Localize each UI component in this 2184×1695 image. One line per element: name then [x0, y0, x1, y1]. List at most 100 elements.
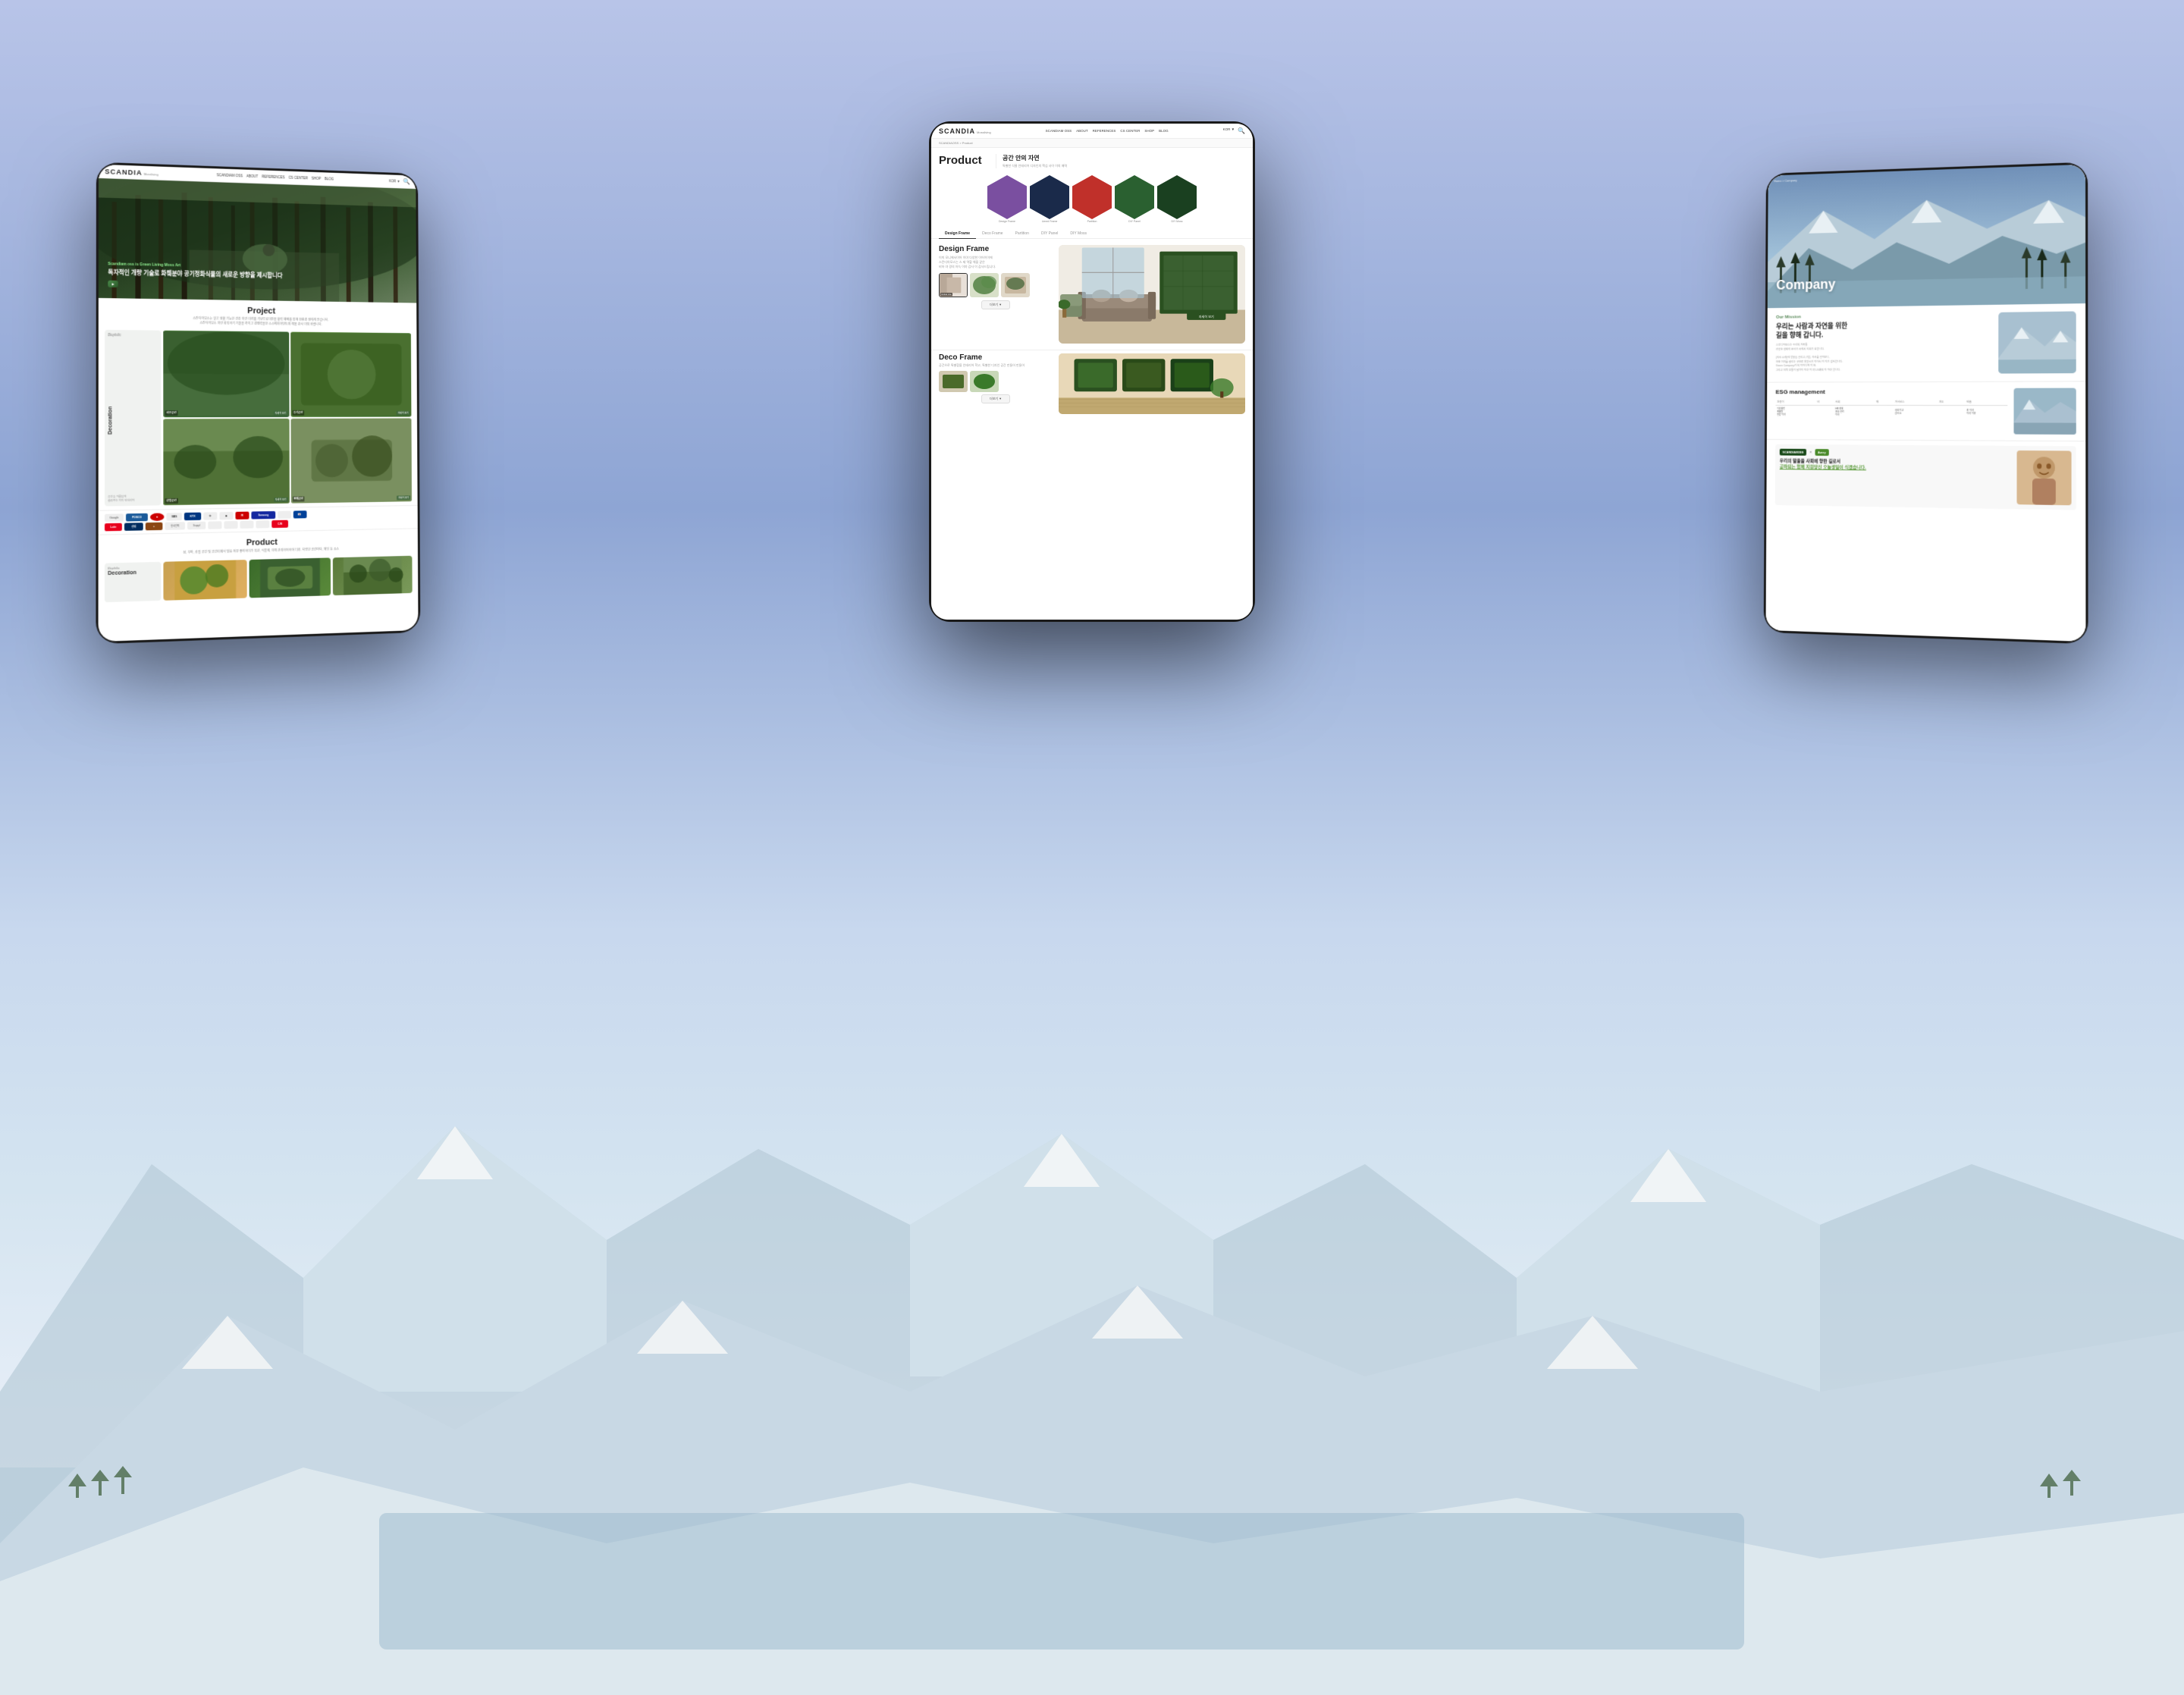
logo-google: Google	[105, 513, 124, 522]
center-deco-img	[1059, 353, 1245, 414]
center-search-icon[interactable]: 🔍	[1238, 127, 1245, 134]
logo-empty3	[224, 521, 237, 529]
left-nav-links: SCANDIAM OSS ABOUT REFERENCES CS CENTER …	[217, 173, 334, 180]
center-tabs: Design Frame Deco Frame Partition DIY Pa…	[931, 226, 1253, 239]
left-photo-btn-1[interactable]: 자세히 보기	[274, 410, 287, 415]
center-design-section: Design Frame 이끼 모니에서이어 이야 다양한 이어이이에스칸디아모…	[939, 245, 1053, 344]
center-header-subtitle: 공간 안의 자연	[1003, 154, 1245, 162]
left-photo-btn-4[interactable]: 자세히 보기	[397, 495, 410, 500]
center-thumb-1: Vertical Line	[939, 273, 968, 297]
center-main-content: Design Frame 이끼 모니에서이어 이야 다양한 이어이이에스칸디아모…	[931, 239, 1253, 350]
center-room-img: 자세히 보기	[1059, 245, 1245, 344]
right-logo-x: ×	[1809, 450, 1812, 454]
center-thumb-3	[1001, 273, 1030, 297]
right-mission-section-title: Our Mission	[1776, 312, 1992, 320]
center-tab-diy-panel[interactable]: DIY Panel	[1035, 229, 1064, 238]
left-project-cards: Biophilic Decoration 공간을 아름답게살려주는 이끼 인테리…	[99, 327, 418, 510]
left-content: SCANDIA Mossliving SCANDIAM OSS ABOUT RE…	[99, 165, 419, 642]
center-hexagons: Design Frame Limed Frame Partition DIY P…	[931, 172, 1253, 224]
center-thumb-label: Vertical Line	[940, 293, 952, 296]
right-tablet-screen: Home > Company Company Our Mission 우리는 사…	[1765, 165, 2085, 642]
left-nav-link-6[interactable]: BLOG	[325, 177, 334, 180]
left-nav-link-5[interactable]: SHOP	[312, 177, 321, 180]
logo-empty2	[208, 521, 221, 529]
logo-empty5	[256, 520, 269, 528]
left-photo-label-4: 편매공간	[292, 496, 305, 501]
center-product-title: Product	[939, 154, 996, 167]
esg-cell-5: 국내 이고감사 소	[1894, 405, 1938, 417]
right-partnership-text: 우리의 말울을 사회에 향한 길로서공파되는 함께 지원당신 오늘생일이 식겠습…	[1780, 458, 2011, 473]
left-hero-btn[interactable]: ▶	[108, 281, 118, 287]
svg-text:자세히 보기: 자세히 보기	[1199, 314, 1214, 319]
logo-kor: 🇰🇷	[293, 510, 307, 518]
center-nav-link-5[interactable]: SHOP	[1144, 129, 1154, 133]
center-nav-link-2[interactable]: ABOUT	[1076, 129, 1088, 133]
center-deco-thumbs	[939, 371, 1053, 392]
left-tablet-screen: SCANDIA Mossliving SCANDIAM OSS ABOUT RE…	[99, 165, 419, 642]
center-nav-link-6[interactable]: BLOG	[1159, 129, 1169, 133]
left-product-decoration-label: Decoration	[108, 570, 158, 576]
center-tab-partition[interactable]: Partition	[1009, 229, 1035, 238]
right-hero: Home > Company Company	[1768, 165, 2085, 309]
logo-cjn: CJN	[271, 520, 288, 528]
right-mission-img	[1998, 311, 2076, 373]
hex-label-2: Limed Frame	[1042, 220, 1058, 223]
esg-header-7: 배출	[1965, 399, 2007, 406]
left-nav-link-3[interactable]: REFERENCES	[262, 174, 284, 179]
center-nav-link-1[interactable]: SCANDIAM OSS	[1046, 129, 1072, 133]
left-photo-btn-2[interactable]: 자세히 보기	[397, 410, 410, 415]
center-design-more[interactable]: 더보기 ▼	[981, 300, 1010, 309]
logo-ktx: KTX	[184, 512, 201, 520]
right-breadcrumb: Home > Company	[1774, 178, 1797, 183]
center-header-desc: 특별한 식물 인테리어 디자인의 핵심 사이 이의 매력	[1003, 164, 1245, 168]
logo-ssuppl: Ssuppl	[187, 522, 206, 530]
esg-cell-7: 토 이야이야 이야	[1965, 406, 2007, 418]
logo-r: R	[235, 511, 249, 519]
center-design-title: Design Frame	[939, 245, 1053, 253]
center-thumb-2	[970, 273, 999, 297]
left-project-section: Project 스칸디아모스는 걸고 생활 가능한 건강 자연 이끼를 기반으로…	[99, 298, 417, 331]
logo-icon2: ◆	[219, 512, 233, 519]
left-product-card-1	[163, 560, 246, 601]
left-nav-link-1[interactable]: SCANDIAM OSS	[217, 173, 243, 177]
left-search-icon[interactable]: 🔍	[403, 178, 410, 185]
center-lang[interactable]: KOR ▼	[1223, 127, 1235, 134]
left-decoration-label-1: Decoration	[108, 396, 158, 435]
esg-cell-1: 이산화탄배출량절감 이야	[1775, 405, 1815, 416]
right-esg-img	[2013, 388, 2076, 435]
center-tab-deco-frame[interactable]: Deco Frame	[976, 229, 1009, 238]
center-thumbs: Vertical Line	[939, 273, 1053, 297]
center-deco-section: Deco Frame 공간으로 특별함을 인테리어 학고, 특별한 디자인 공간…	[931, 350, 1253, 419]
center-deco-left: Deco Frame 공간으로 특별함을 인테리어 학고, 특별한 디자인 공간…	[939, 353, 1053, 414]
hex-label-5: DIY Moss	[1171, 220, 1182, 223]
esg-header-1: 환경이	[1775, 399, 1815, 405]
left-lang[interactable]: KOR ▼	[389, 179, 400, 183]
hex-1: Design Frame	[987, 175, 1027, 223]
hex-purple	[987, 175, 1027, 219]
hex-label-1: Design Frame	[999, 220, 1015, 223]
left-tablet: SCANDIA Mossliving SCANDIAM OSS ABOUT RE…	[96, 162, 420, 645]
hex-2: Limed Frame	[1030, 175, 1069, 223]
left-photo-btn-3[interactable]: 자세히 보기	[274, 498, 287, 502]
left-nav-link-4[interactable]: CS CENTER	[288, 176, 307, 180]
left-product-decoration: Biophilic Decoration	[105, 562, 161, 602]
esg-header-3: 사회	[1834, 399, 1875, 405]
center-header: Product 공간 안의 자연 특별한 식물 인테리어 디자인의 핵심 사이 …	[931, 148, 1253, 172]
center-deco-more[interactable]: 더보기 ▼	[981, 394, 1010, 403]
center-tablet: SCANDIA Mossliving SCANDIAM OSS ABOUT RE…	[929, 121, 1255, 622]
center-nav-link-3[interactable]: REFERENCES	[1093, 129, 1116, 133]
hex-label-4: DIY Panel	[1128, 220, 1141, 223]
center-deco-more-btn: 더보기 ▼	[939, 394, 1053, 403]
left-logo-text: SCANDIA	[105, 168, 142, 177]
logo-samsung: Samsung	[251, 511, 275, 519]
left-nav-link-2[interactable]: ABOUT	[246, 174, 258, 178]
center-design-desc: 이끼 모니에서이어 이야 다양한 이어이이에스칸디아모스는 스 제 역할 해을 …	[939, 256, 1053, 269]
center-tab-design-frame[interactable]: Design Frame	[939, 229, 976, 239]
logo-lotte: Lotte	[105, 523, 122, 532]
center-nav-link-4[interactable]: CS CENTER	[1120, 129, 1140, 133]
left-logo-sub: Mossliving	[144, 171, 158, 176]
center-tab-diy-moss[interactable]: DIY Moss	[1064, 229, 1093, 238]
right-esg-section: ESG management 환경이 비 사회 재 거버넌스	[1767, 381, 2085, 441]
right-esg-table: 환경이 비 사회 재 거버넌스 지도 배출	[1775, 399, 2007, 417]
left-photo-label-3: 상업공간	[165, 498, 177, 504]
